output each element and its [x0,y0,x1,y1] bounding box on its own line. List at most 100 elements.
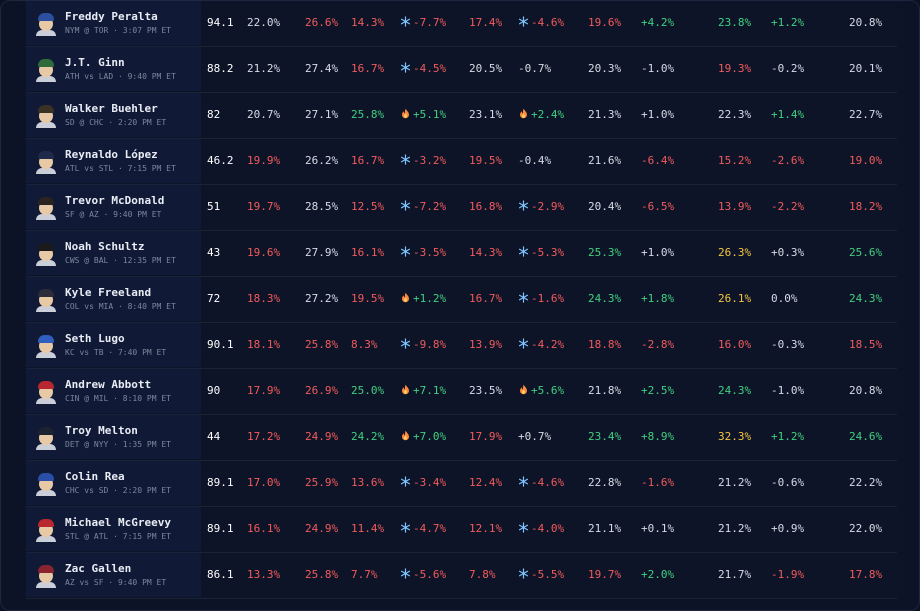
stat-cell: -4.6% [518,476,564,489]
player-cell[interactable]: Walker Buehler SD @ CHC · 2:20 PM ET [26,93,201,137]
stat-cell: +1.4% [771,108,804,121]
stat-cell: 22.0% [247,16,280,29]
stat-value: +1.2% [413,292,447,305]
snowflake-icon [400,338,411,349]
stat-value: 19.6% [247,246,281,259]
stat-cell: 24.2% [351,430,384,443]
stat-cell: -2.2% [771,200,804,213]
stat-value: +5.6% [531,384,565,397]
stat-cell: 22.2% [849,476,882,489]
stat-cell: -4.5% [400,62,446,75]
stat-cell: 25.6% [849,246,882,259]
player-avatar [36,241,56,266]
table-row[interactable]: Noah Schultz CWS @ BAL · 12:35 PM ET 43 19.… [26,231,897,277]
stat-value: 22.2% [849,476,883,489]
pitcher-table: Freddy Peralta NYM @ TOR · 3:07 PM ET 94.1… [26,1,897,599]
player-cell[interactable]: Andrew Abbott CIN @ MIL · 8:10 PM ET [26,369,201,413]
player-name[interactable]: Noah Schultz [65,240,144,253]
score-value: 86.1 [207,568,234,581]
table-row[interactable]: Kyle Freeland COL vs MIA · 8:40 PM ET 72 18… [26,277,897,323]
stat-value: 19.6% [588,16,622,29]
stat-cell: 20.8% [849,16,882,29]
stat-cell: 18.8% [588,338,621,351]
table-row[interactable]: J.T. Ginn ATH vs LAD · 9:40 PM ET 88.2 21.2… [26,47,897,93]
player-name[interactable]: J.T. Ginn [65,56,125,69]
stat-cell: -0.3% [771,338,804,351]
player-name[interactable]: Kyle Freeland [65,286,151,299]
stat-cell: 18.1% [247,338,280,351]
table-row[interactable]: Colin Rea CHC vs SD · 2:20 PM ET 89.1 17.0%… [26,461,897,507]
player-name[interactable]: Zac Gallen [65,562,131,575]
stat-cell: 23.5% [469,384,502,397]
stat-value: 21.3% [588,108,622,121]
player-name[interactable]: Colin Rea [65,470,125,483]
player-name[interactable]: Trevor McDonald [65,194,164,207]
player-cell[interactable]: Seth Lugo KC vs TB · 7:40 PM ET [26,323,201,367]
player-name[interactable]: Freddy Peralta [65,10,158,23]
stat-cell: 28.5% [305,200,338,213]
stat-cell: 24.6% [849,430,882,443]
stat-cell: +1.2% [400,292,446,305]
stat-cell: 25.8% [305,568,338,581]
table-row[interactable]: Freddy Peralta NYM @ TOR · 3:07 PM ET 94.1… [26,1,897,47]
stat-cell: 21.7% [718,568,751,581]
table-row[interactable]: Walker Buehler SD @ CHC · 2:20 PM ET 82 20.… [26,93,897,139]
player-cell[interactable]: Troy Melton DET @ NYY · 1:35 PM ET [26,415,201,459]
stat-value: 20.7% [247,108,281,121]
stat-value: -2.8% [641,338,675,351]
player-name[interactable]: Seth Lugo [65,332,125,345]
player-cell[interactable]: Freddy Peralta NYM @ TOR · 3:07 PM ET [26,1,201,45]
stat-cell: 12.4% [469,476,502,489]
stat-cell: +2.5% [641,384,674,397]
stat-value: 17.9% [247,384,281,397]
pitcher-strikeout-panel: Freddy Peralta NYM @ TOR · 3:07 PM ET 94.1… [0,0,920,611]
player-name[interactable]: Andrew Abbott [65,378,151,391]
stat-cell: -0.7% [518,62,551,75]
table-row[interactable]: Trevor McDonald SF @ AZ · 9:40 PM ET 51 19.… [26,185,897,231]
stat-value: 17.9% [469,430,503,443]
player-name[interactable]: Walker Buehler [65,102,158,115]
player-name[interactable]: Michael McGreevy [65,516,171,529]
stat-value: -1.0% [641,62,675,75]
table-row[interactable]: Andrew Abbott CIN @ MIL · 8:10 PM ET 90 17.… [26,369,897,415]
stat-value: 20.8% [849,16,883,29]
table-row[interactable]: Seth Lugo KC vs TB · 7:40 PM ET 90.1 18.1% 2… [26,323,897,369]
stat-value: 21.6% [588,154,622,167]
game-info: ATL vs STL · 7:15 PM ET [65,164,176,173]
table-row[interactable]: Michael McGreevy STL @ ATL · 7:15 PM ET 89… [26,507,897,553]
stat-value: 16.0% [718,338,752,351]
player-cell[interactable]: Trevor McDonald SF @ AZ · 9:40 PM ET [26,185,201,229]
stat-value: -7.2% [413,200,447,213]
stat-value: 11.4% [351,522,385,535]
stat-value: 22.7% [849,108,883,121]
table-row[interactable]: Troy Melton DET @ NYY · 1:35 PM ET 44 17.2%… [26,415,897,461]
stat-cell: 27.4% [305,62,338,75]
player-cell[interactable]: Zac Gallen AZ vs SF · 9:40 PM ET [26,553,201,597]
stat-value: 16.7% [351,154,385,167]
stat-cell: 20.1% [849,62,882,75]
player-cell[interactable]: Kyle Freeland COL vs MIA · 8:40 PM ET [26,277,201,321]
player-cell[interactable]: Noah Schultz CWS @ BAL · 12:35 PM ET [26,231,201,275]
player-cell[interactable]: Colin Rea CHC vs SD · 2:20 PM ET [26,461,201,505]
stat-cell: 22.0% [849,522,882,535]
stat-cell: 25.9% [305,476,338,489]
stat-cell: 27.9% [305,246,338,259]
table-row[interactable]: Reynaldo López ATL vs STL · 7:15 PM ET 46.… [26,139,897,185]
score-value: 46.2 [207,154,234,167]
stat-cell: -5.3% [518,246,564,259]
stat-value: -0.4% [518,154,552,167]
stat-cell: -2.9% [518,200,564,213]
stat-cell: 23.8% [718,16,751,29]
player-cell[interactable]: J.T. Ginn ATH vs LAD · 9:40 PM ET [26,47,201,91]
table-row[interactable]: Zac Gallen AZ vs SF · 9:40 PM ET 86.1 13.3%… [26,553,897,599]
stat-value: 26.3% [718,246,752,259]
player-avatar [36,103,56,128]
stat-value: 26.2% [305,154,339,167]
stat-cell: 7.8% [469,568,496,581]
stat-value: +1.0% [641,246,675,259]
player-name[interactable]: Reynaldo López [65,148,158,161]
player-cell[interactable]: Reynaldo López ATL vs STL · 7:15 PM ET [26,139,201,183]
player-name[interactable]: Troy Melton [65,424,138,437]
player-cell[interactable]: Michael McGreevy STL @ ATL · 7:15 PM ET [26,507,201,551]
stat-cell: 17.2% [247,430,280,443]
